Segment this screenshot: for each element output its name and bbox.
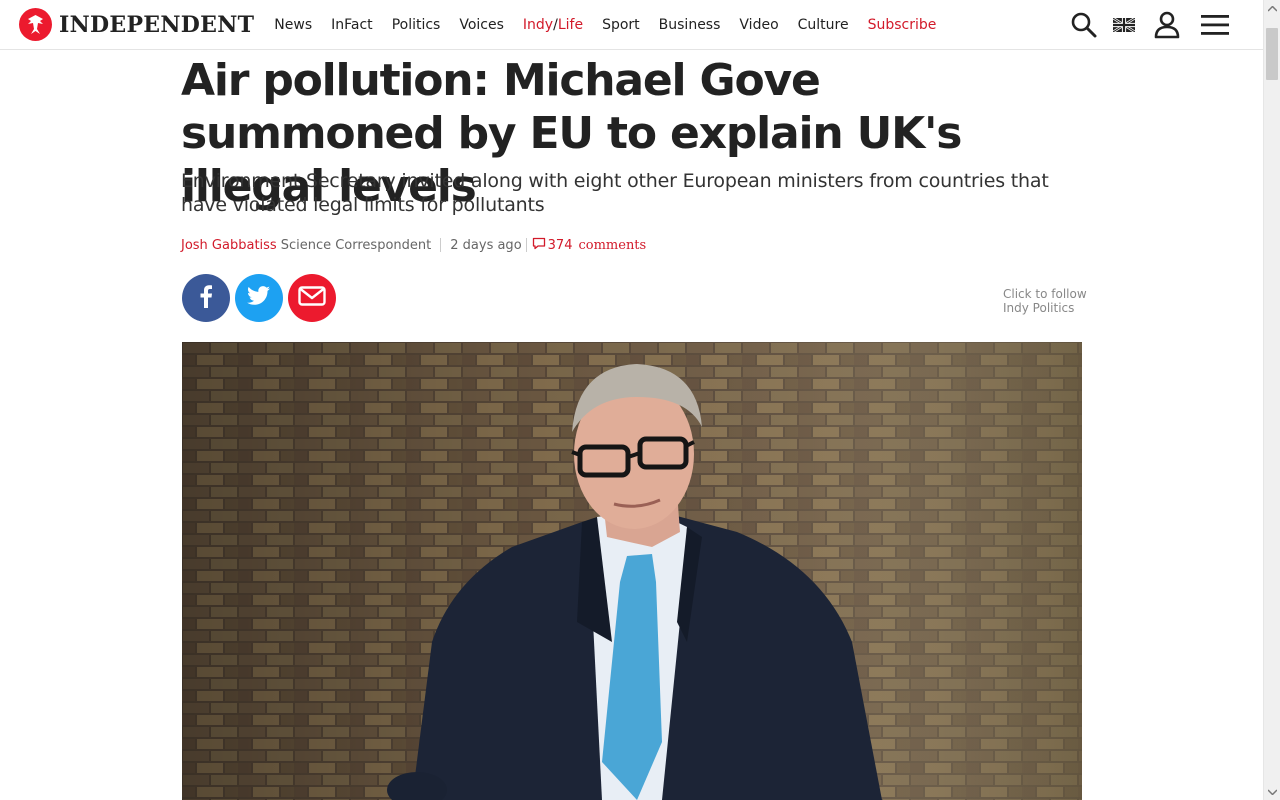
- nav-item-culture[interactable]: Culture: [798, 17, 849, 33]
- nav-item-voices[interactable]: Voices: [459, 17, 504, 33]
- nav-item-sport[interactable]: Sport: [602, 17, 640, 33]
- menu-icon[interactable]: [1200, 0, 1230, 50]
- follow-line-1: Click to follow: [1003, 287, 1087, 301]
- byline-divider: [525, 238, 527, 252]
- search-icon[interactable]: [1069, 0, 1099, 50]
- comment-count: 374: [547, 237, 573, 253]
- scroll-down-arrow-icon[interactable]: [1264, 783, 1280, 800]
- email-share-button[interactable]: [288, 274, 336, 322]
- byline-divider: [440, 238, 442, 252]
- vertical-scrollbar[interactable]: [1263, 0, 1280, 800]
- comment-bubble-icon: [532, 237, 546, 254]
- eagle-logo-icon: [19, 8, 52, 41]
- follow-line-2: Indy Politics: [1003, 301, 1075, 315]
- scrollbar-thumb[interactable]: [1266, 28, 1278, 80]
- nav-item-life-label: Life: [557, 16, 584, 33]
- byline: Josh Gabbatiss Science Correspondent 2 d…: [181, 236, 646, 254]
- nav-item-infact[interactable]: InFact: [331, 17, 373, 33]
- site-logo[interactable]: INDEPENDENT: [19, 0, 254, 50]
- nav-item-video[interactable]: Video: [739, 17, 778, 33]
- author-role: Science Correspondent: [280, 237, 432, 253]
- site-header: INDEPENDENT News InFact Politics Voices …: [0, 0, 1263, 50]
- twitter-share-button[interactable]: [235, 274, 283, 322]
- nav-item-indy-life[interactable]: Indy/Life: [523, 17, 583, 33]
- nav-item-news[interactable]: News: [274, 17, 312, 33]
- scroll-up-arrow-icon[interactable]: [1264, 0, 1280, 17]
- user-icon[interactable]: [1153, 0, 1181, 50]
- email-icon: [298, 286, 326, 310]
- article-hero-image: [182, 342, 1082, 800]
- share-buttons: [182, 274, 341, 322]
- follow-politics-link[interactable]: Click to follow Indy Politics: [1003, 287, 1087, 315]
- nav-item-subscribe[interactable]: Subscribe: [868, 17, 937, 33]
- comment-label: comments: [578, 237, 647, 253]
- nav-item-politics[interactable]: Politics: [392, 17, 441, 33]
- uk-flag-icon[interactable]: [1112, 0, 1136, 50]
- twitter-icon: [247, 286, 271, 310]
- comments-link[interactable]: 374 comments: [532, 237, 647, 254]
- main-nav: News InFact Politics Voices Indy/Life Sp…: [274, 0, 955, 50]
- facebook-icon: [199, 284, 213, 312]
- nav-item-business[interactable]: Business: [659, 17, 721, 33]
- facebook-share-button[interactable]: [182, 274, 230, 322]
- article-standfirst: Environment Secretary invited along with…: [181, 170, 1049, 216]
- author-link[interactable]: Josh Gabbatiss: [181, 238, 277, 253]
- brand-name: INDEPENDENT: [59, 11, 255, 38]
- header-tools: [1069, 0, 1263, 50]
- publish-time: 2 days ago: [450, 237, 522, 253]
- nav-item-indy-label: Indy: [522, 16, 554, 33]
